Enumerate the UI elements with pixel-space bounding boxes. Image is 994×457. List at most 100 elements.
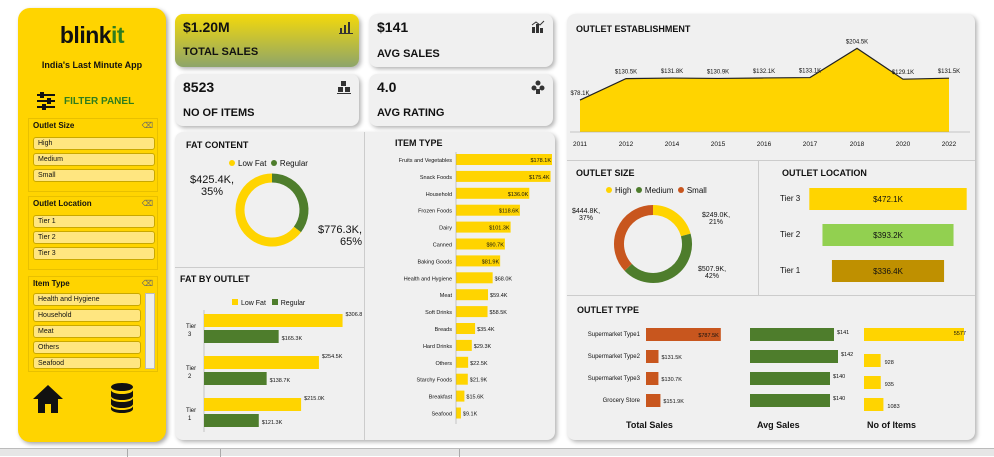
clear-filter-icon[interactable]: ⌫	[142, 121, 153, 130]
item-type-value: $21.9K	[470, 378, 488, 384]
outlet-type-total-value: $787.5K	[698, 333, 719, 339]
item-type-bar	[456, 323, 476, 334]
kpi-no-of-items: 8523 NO OF ITEMS	[175, 74, 359, 126]
column-no-of-items: No of Items	[867, 420, 917, 430]
item-type-value: $15.6K	[466, 395, 484, 401]
location-category: Tier 2	[780, 230, 801, 239]
outlet-type-items-bar	[864, 328, 964, 341]
clear-filter-icon[interactable]: ⌫	[142, 199, 153, 208]
slicer-item-small[interactable]: Small	[33, 169, 155, 182]
item-type-value: $136.0K	[508, 192, 529, 198]
item-type-category: Soft Drinks	[425, 310, 452, 316]
slicer-item-tier1[interactable]: Tier 1	[33, 215, 155, 228]
slicer-item-type: Item Type ⌫ Health and Hygiene Household…	[28, 276, 158, 372]
establishment-year: 2012	[619, 141, 634, 148]
slicer-item-health[interactable]: Health and Hygiene	[33, 293, 141, 306]
establishment-year: 2011	[573, 141, 587, 148]
outlet-type-avg-bar	[750, 372, 830, 385]
outlet-type-total-bar	[646, 350, 659, 363]
establishment-year: 2016	[757, 141, 772, 148]
establishment-value: $204.5K	[846, 39, 868, 45]
item-type-chart[interactable]: Fruits and Vegetables $178.1K Snack Foods $…	[366, 152, 554, 432]
kpi-label: AVG SALES	[377, 48, 440, 60]
fat-outlet-category: Tier	[186, 366, 196, 372]
fat-outlet-bar-regular	[204, 414, 259, 427]
item-type-value: $29.3K	[474, 344, 492, 350]
outlet-type-items-bar	[864, 354, 881, 367]
establishment-value: $133.1K	[799, 69, 821, 75]
outlet-establishment-chart[interactable]: $78.1K 2011 $130.5K 2012 $131.8K 2014 $130.9K 2…	[570, 34, 970, 154]
clear-filter-icon[interactable]: ⌫	[142, 279, 153, 288]
item-type-value: $175.4K	[529, 175, 550, 181]
outlet-type-title: OUTLET TYPE	[577, 305, 640, 315]
outlet-type-avg-value: $140	[833, 374, 845, 380]
item-type-bar	[456, 306, 488, 318]
item-type-bar	[456, 373, 468, 385]
item-type-title: ITEM TYPE	[395, 138, 443, 148]
slicer-item-tier2[interactable]: Tier 2	[33, 231, 155, 244]
item-type-category: Frozen Foods	[418, 209, 452, 215]
outlet-size-donut[interactable]	[611, 202, 695, 286]
outlet-type-items-value: 5577	[954, 331, 966, 337]
kpi-avg-rating: 4.0 AVG RATING	[369, 74, 553, 126]
establishment-value: $132.1K	[753, 69, 775, 75]
donut-slice-high	[652, 205, 691, 237]
outlet-type-avg-bar	[750, 328, 834, 341]
establishment-value: $131.5K	[938, 69, 960, 75]
fat-outlet-bar-low-fat	[204, 356, 319, 369]
item-type-category: Dairy	[439, 226, 452, 232]
outlet-type-total-value: $151.9K	[663, 399, 684, 405]
outlet-type-category: Supermarket Type2	[588, 354, 641, 360]
slicer-item-medium[interactable]: Medium	[33, 153, 155, 166]
location-category: Tier 1	[780, 266, 801, 275]
item-type-value: $90.7K	[486, 243, 504, 249]
slicer-item-others[interactable]: Others	[33, 341, 141, 354]
kpi-value: $1.20M	[183, 19, 230, 35]
item-type-category: Starchy Foods	[417, 378, 453, 384]
fat-outlet-value: $215.0K	[304, 396, 325, 402]
outlet-location-chart[interactable]: Tier 3 $472.1K Tier 2 $393.2K Tier 1 $336.4K	[764, 182, 972, 290]
item-type-category: Fruits and Vegetables	[399, 158, 452, 164]
slicer-item-meat[interactable]: Meat	[33, 325, 141, 338]
size-small-label: $444.8K, 37%	[572, 208, 601, 222]
item-type-bar	[456, 339, 472, 351]
slicer-scrollbar[interactable]	[145, 293, 155, 369]
kpi-avg-sales: $141 AVG SALES	[369, 14, 553, 67]
item-type-value: $178.1K	[531, 158, 552, 164]
slicer-item-tier3[interactable]: Tier 3	[33, 247, 155, 260]
outlet-type-items-value: 935	[885, 382, 894, 388]
boxes-icon	[337, 81, 351, 94]
item-type-bar	[456, 289, 489, 301]
location-category: Tier 3	[780, 194, 801, 203]
slicer-item-household[interactable]: Household	[33, 309, 141, 322]
location-value: $393.2K	[873, 231, 903, 240]
item-type-category: Breakfast	[429, 395, 453, 401]
fat-outlet-value: $254.5K	[322, 354, 343, 360]
establishment-year: 2017	[803, 141, 818, 148]
home-icon[interactable]	[32, 384, 64, 414]
outlet-type-chart[interactable]: Supermarket Type1 $787.5K $141 5577 Supermar…	[570, 320, 972, 416]
fat-content-donut[interactable]	[232, 170, 312, 250]
rating-stars-icon	[531, 80, 545, 94]
outlet-type-avg-bar	[750, 394, 830, 407]
slicer-item-high[interactable]: High	[33, 137, 155, 150]
establishment-value: $78.1K	[570, 91, 589, 97]
outlet-type-avg-value: $142	[841, 352, 853, 358]
filter-panel-label: FILTER PANEL	[64, 96, 135, 107]
fat-outlet-value: $121.3K	[262, 420, 283, 426]
slicer-item-seafood[interactable]: Seafood	[33, 357, 141, 369]
outlet-type-items-value: 928	[885, 360, 894, 366]
fat-by-outlet-chart[interactable]: Tier 3 $306.8K $165.3K Tier 2 $254.5K $138.7K Ti…	[178, 296, 362, 434]
outlet-type-total-bar	[646, 372, 659, 385]
outlet-type-total-bar	[646, 394, 661, 407]
fat-outlet-category-num: 3	[188, 332, 192, 338]
database-icon[interactable]	[110, 382, 134, 414]
outlet-type-avg-bar	[750, 350, 838, 363]
fat-outlet-category-num: 2	[188, 374, 192, 380]
outlet-type-items-value: 1083	[887, 404, 899, 410]
establishment-value: $130.9K	[707, 69, 729, 75]
item-type-category: Seafood	[432, 412, 453, 418]
fat-content-legend: Low Fat Regular	[229, 159, 308, 168]
item-type-category: Hard Drinks	[423, 344, 452, 350]
fat-outlet-bar-regular	[204, 372, 267, 385]
